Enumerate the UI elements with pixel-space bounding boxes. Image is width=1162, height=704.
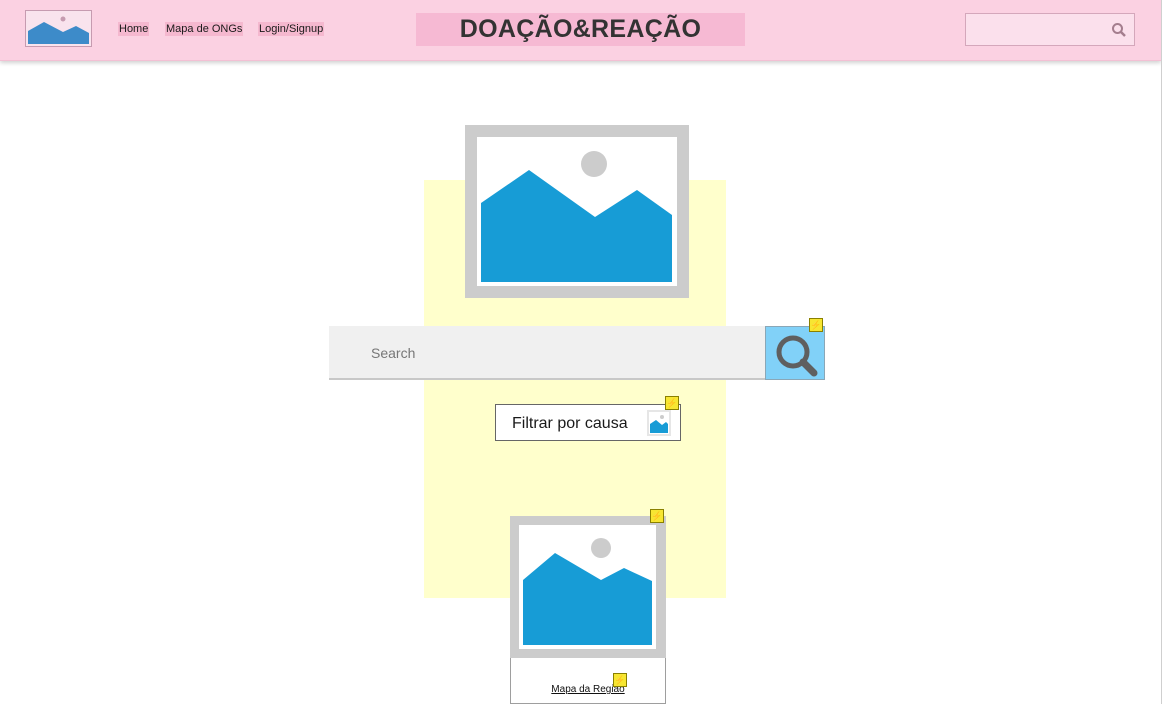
- site-title: DOAÇÃO&REAÇÃO: [416, 13, 745, 46]
- lightning-icon: ⚡: [613, 673, 627, 687]
- main-search-button[interactable]: [765, 326, 825, 380]
- nav-home-link[interactable]: Home: [118, 22, 150, 36]
- lightning-icon: ⚡: [650, 509, 664, 523]
- nav-login-signup-link[interactable]: Login/Signup: [258, 22, 325, 36]
- image-placeholder-icon: [647, 410, 671, 436]
- search-icon[interactable]: [1110, 21, 1128, 39]
- map-card-caption[interactable]: Mapa da Região: [511, 684, 665, 696]
- lightning-icon: ⚡: [665, 396, 679, 410]
- logo-image-icon[interactable]: [25, 10, 92, 47]
- main-search-input[interactable]: Search: [329, 326, 765, 380]
- search-placeholder: Search: [371, 345, 416, 361]
- top-header: Home Mapa de ONGs Login/Signup DOAÇÃO&RE…: [0, 0, 1161, 61]
- hero-image-placeholder-icon: [465, 125, 689, 298]
- filter-by-cause-button[interactable]: Filtrar por causa: [495, 404, 681, 441]
- map-image-placeholder-icon: [510, 516, 666, 658]
- nav-mapa-ongs-link[interactable]: Mapa de ONGs: [165, 22, 244, 36]
- region-map-card[interactable]: Mapa da Região: [510, 516, 666, 704]
- filter-label: Filtrar por causa: [512, 415, 628, 432]
- header-search-input[interactable]: [965, 13, 1135, 46]
- lightning-icon: ⚡: [809, 318, 823, 332]
- search-icon: [776, 335, 818, 377]
